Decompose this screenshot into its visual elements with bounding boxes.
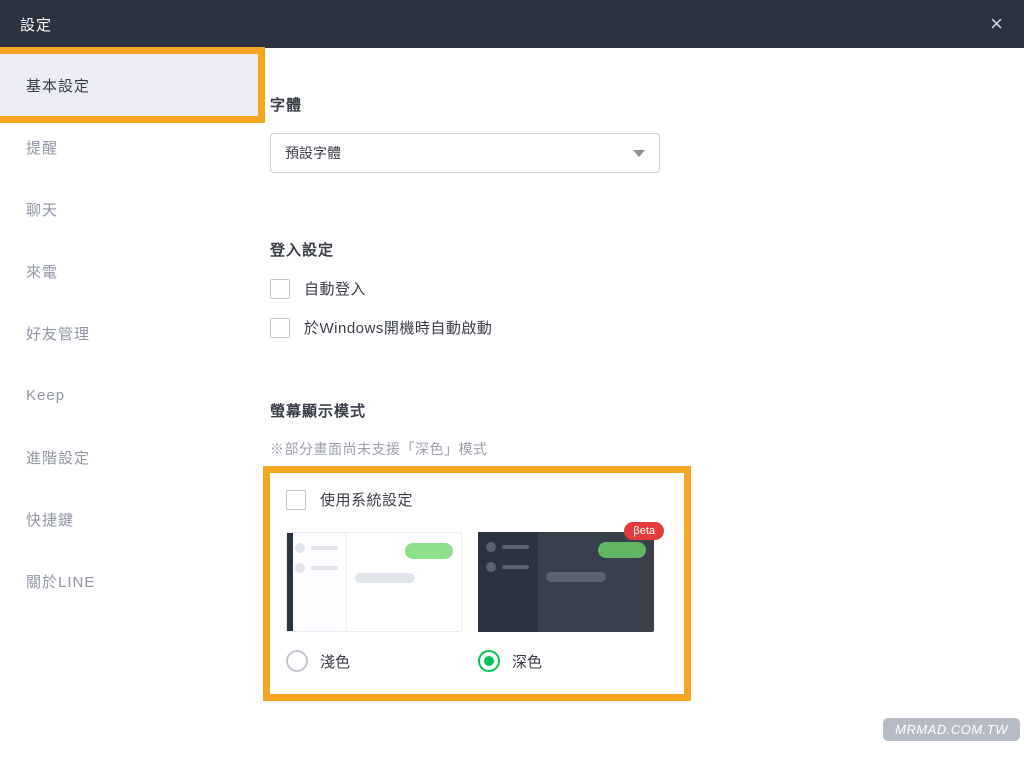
light-preview-chat — [347, 533, 461, 631]
theme-cards: βeta — [286, 532, 668, 632]
theme-section: 螢幕顯示模式 ※部分畫面尚未支援「深色」模式 使用系統設定 — [270, 400, 996, 694]
theme-card-dark[interactable]: βeta — [478, 532, 654, 632]
theme-hint: ※部分畫面尚未支援「深色」模式 — [270, 439, 996, 459]
chevron-down-icon — [633, 150, 645, 157]
sidebar-item-label: 好友管理 — [26, 323, 90, 344]
sidebar-item-label: 關於LINE — [26, 571, 95, 592]
light-preview-sidebar — [287, 533, 347, 631]
checkbox-use-system[interactable] — [286, 490, 306, 510]
start-on-boot-row[interactable]: 於Windows開機時自動啟動 — [270, 317, 996, 338]
sidebar-item-calls[interactable]: 來電 — [0, 240, 258, 302]
window-title: 設定 — [20, 14, 52, 35]
dark-preview-sidebar — [478, 532, 538, 632]
sidebar-item-chat[interactable]: 聊天 — [0, 178, 258, 240]
font-selected-value: 預設字體 — [285, 143, 341, 163]
login-section: 登入設定 自動登入 於Windows開機時自動啟動 — [270, 239, 996, 338]
sidebar-item-about[interactable]: 關於LINE — [0, 550, 258, 612]
radio-light[interactable]: 淺色 — [286, 650, 462, 672]
radio-icon-light[interactable] — [286, 650, 308, 672]
theme-title: 螢幕顯示模式 — [270, 400, 996, 421]
main-area: 基本設定 提醒 聊天 來電 好友管理 Keep 進階設定 快捷鍵 關於LINE … — [0, 48, 1024, 769]
sidebar-item-label: 進階設定 — [26, 447, 90, 468]
content-panel: 字體 預設字體 登入設定 自動登入 於Windows開機時自動啟動 螢幕顯示模式… — [258, 48, 1024, 769]
sidebar: 基本設定 提醒 聊天 來電 好友管理 Keep 進階設定 快捷鍵 關於LINE — [0, 48, 258, 769]
radio-icon-dark[interactable] — [478, 650, 500, 672]
font-select[interactable]: 預設字體 — [270, 133, 660, 173]
sidebar-item-label: 快捷鍵 — [26, 509, 74, 530]
sidebar-item-friends[interactable]: 好友管理 — [0, 302, 258, 364]
sidebar-item-label: Keep — [26, 387, 65, 404]
font-section: 字體 預設字體 — [270, 94, 996, 173]
dark-preview-chat — [538, 532, 654, 632]
login-title: 登入設定 — [270, 239, 996, 260]
sidebar-item-shortcuts[interactable]: 快捷鍵 — [0, 488, 258, 550]
start-on-boot-label: 於Windows開機時自動啟動 — [304, 317, 492, 338]
sidebar-item-basic-settings[interactable]: 基本設定 — [0, 54, 258, 116]
theme-radio-row: 淺色 深色 — [286, 650, 668, 672]
font-title: 字體 — [270, 94, 996, 115]
use-system-label: 使用系統設定 — [320, 489, 413, 510]
checkbox-auto-login[interactable] — [270, 279, 290, 299]
sidebar-item-label: 提醒 — [26, 137, 58, 158]
titlebar: 設定 × — [0, 0, 1024, 48]
use-system-row[interactable]: 使用系統設定 — [286, 489, 668, 510]
close-icon[interactable]: × — [990, 13, 1004, 35]
sidebar-item-label: 來電 — [26, 261, 58, 282]
auto-login-label: 自動登入 — [304, 278, 366, 299]
theme-card-light[interactable] — [286, 532, 462, 632]
theme-options-block: 使用系統設定 βeta — [270, 473, 684, 694]
sidebar-item-label: 聊天 — [26, 199, 58, 220]
radio-light-label: 淺色 — [320, 651, 350, 672]
sidebar-item-notifications[interactable]: 提醒 — [0, 116, 258, 178]
sidebar-item-keep[interactable]: Keep — [0, 364, 258, 426]
radio-dark[interactable]: 深色 — [478, 650, 654, 672]
sidebar-item-label: 基本設定 — [26, 75, 90, 96]
checkbox-start-on-boot[interactable] — [270, 318, 290, 338]
auto-login-row[interactable]: 自動登入 — [270, 278, 996, 299]
watermark: MRMAD.COM.TW — [883, 718, 1020, 741]
beta-badge: βeta — [624, 522, 664, 540]
radio-dark-label: 深色 — [512, 651, 542, 672]
sidebar-item-advanced[interactable]: 進階設定 — [0, 426, 258, 488]
